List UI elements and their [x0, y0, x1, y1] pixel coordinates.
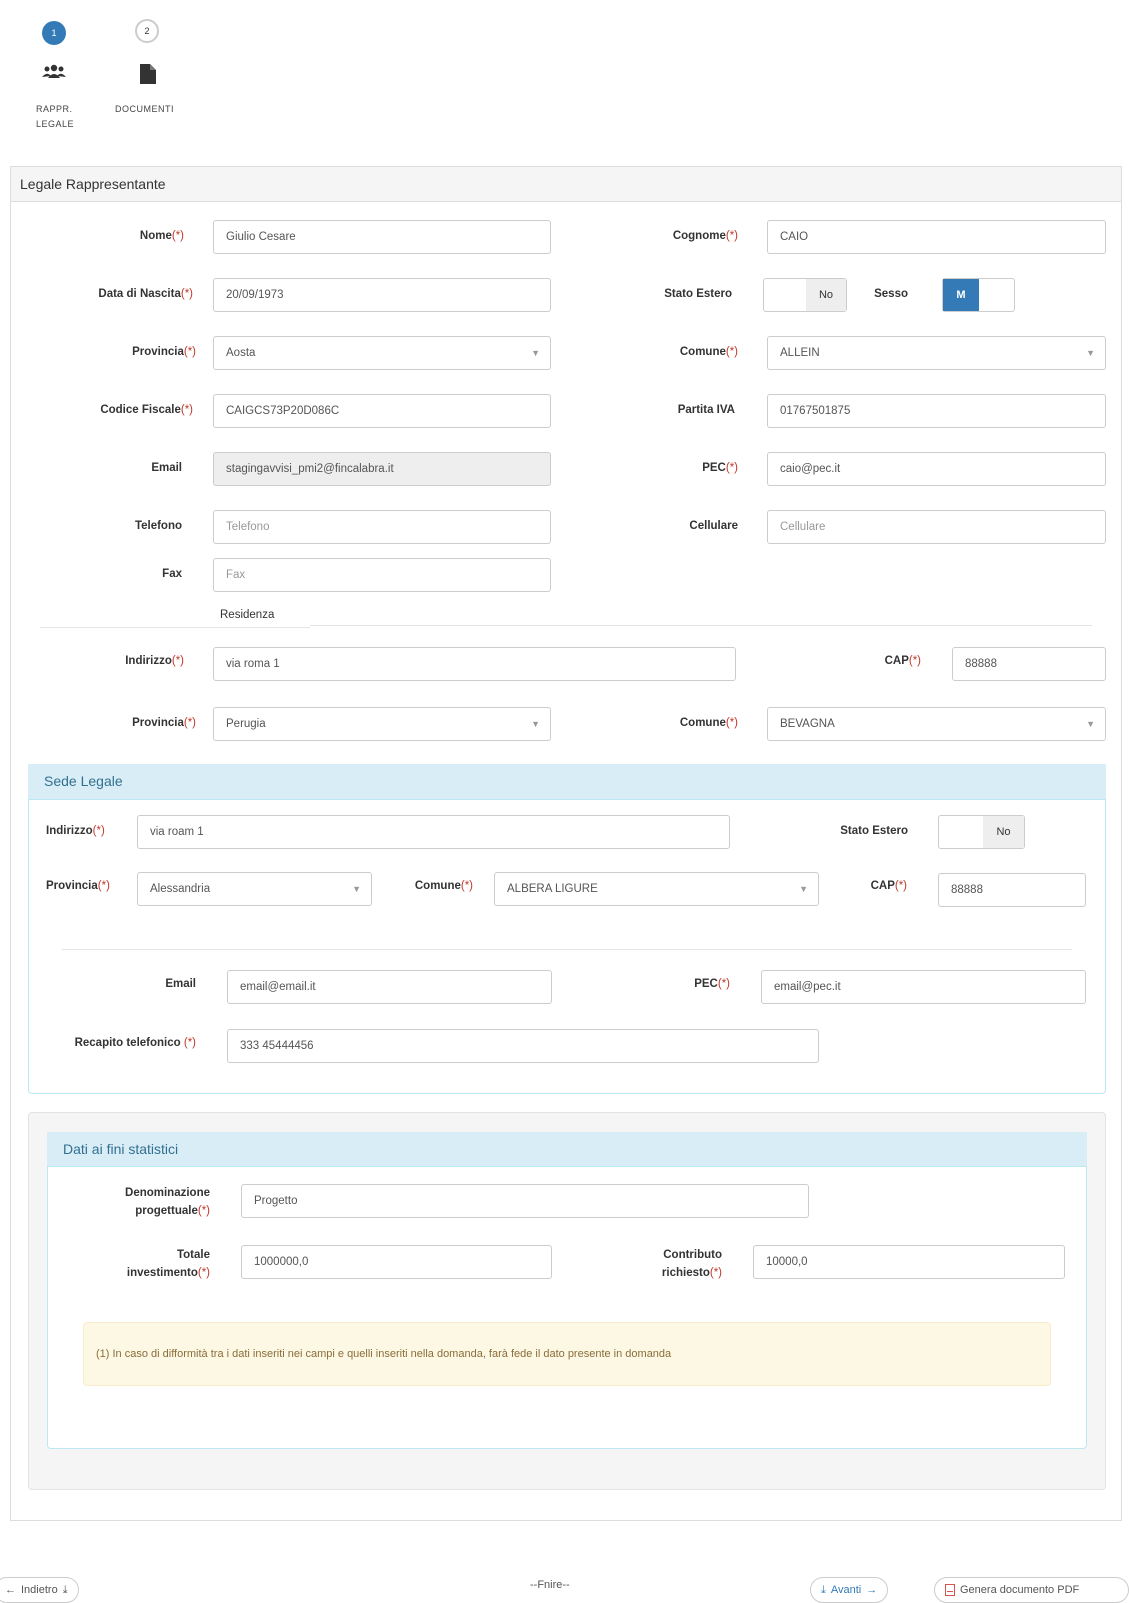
stato-estero-toggle[interactable]: No	[763, 278, 847, 312]
email-input[interactable]: stagingavvisi_pmi2@fincalabra.it	[213, 452, 551, 486]
arrow-right-icon: →	[866, 1584, 878, 1596]
partita-iva-label: Partita IVA	[677, 404, 735, 416]
indirizzo-label: Indirizzo(*)	[125, 655, 184, 667]
sede-legale-header	[28, 764, 1106, 800]
stato-estero-value: No	[806, 279, 846, 311]
sede-comune-label: Comune(*)	[414, 880, 473, 892]
footer-center-text: --Fnire--	[530, 1579, 570, 1591]
cognome-input[interactable]: CAIO	[767, 220, 1106, 254]
comune-select[interactable]: ALLEIN ▼	[767, 336, 1106, 370]
sede-stato-estero-toggle[interactable]: No	[938, 815, 1025, 849]
sede-recapito-input[interactable]: 333 45444456	[227, 1029, 819, 1063]
res-comune-label: Comune(*)	[679, 717, 738, 729]
nome-input[interactable]: Giulio Cesare	[213, 220, 551, 254]
chevron-down-icon: ▼	[1086, 719, 1095, 729]
chevron-down-icon: ▼	[1086, 348, 1095, 358]
sede-indirizzo-label: Indirizzo(*)	[46, 825, 105, 837]
nome-label: Nome(*)	[139, 230, 184, 242]
residenza-divider-right	[310, 625, 1092, 626]
step-2-indicator[interactable]: 2	[135, 19, 159, 43]
sede-pec-input[interactable]: email@pec.it	[761, 970, 1086, 1004]
sede-email-input[interactable]: email@email.it	[227, 970, 552, 1004]
fax-label: Fax	[162, 568, 182, 580]
totale-label: Totale investimento(*)	[126, 1249, 210, 1279]
document-icon	[140, 64, 156, 84]
residenza-divider-left	[40, 627, 310, 628]
pec-input[interactable]: caio@pec.it	[767, 452, 1106, 486]
sesso-label: Sesso	[874, 288, 908, 300]
sede-recapito-label: Recapito telefonico (*)	[74, 1037, 196, 1049]
step-2-label: DOCUMENTI	[115, 104, 174, 114]
denominazione-input[interactable]: Progetto	[241, 1184, 809, 1218]
chevron-down-icon: ▼	[352, 884, 361, 894]
pdf-file-icon	[945, 1584, 955, 1596]
cap-label: CAP(*)	[884, 655, 921, 667]
sede-indirizzo-input[interactable]: via roam 1	[137, 815, 730, 849]
download-icon: ⤓	[62, 1583, 68, 1596]
stato-estero-label: Stato Estero	[664, 288, 732, 300]
sesso-toggle[interactable]: M	[942, 278, 1015, 312]
sede-stato-estero-label: Stato Estero	[840, 825, 908, 837]
statistici-note: (1) In caso di difformità tra i dati ins…	[83, 1322, 1051, 1386]
denominazione-label: Denominazione progettuale(*)	[125, 1187, 210, 1217]
sede-cap-label: CAP(*)	[870, 880, 907, 892]
provincia-select[interactable]: Aosta ▼	[213, 336, 551, 370]
statistici-title: Dati ai fini statistici	[63, 1141, 179, 1157]
sede-divider	[62, 949, 1072, 950]
contributo-input[interactable]: 10000,0	[753, 1245, 1065, 1279]
sede-cap-input[interactable]: 88888	[938, 873, 1086, 907]
step-1-indicator[interactable]: 1	[42, 21, 66, 45]
indirizzo-input[interactable]: via roma 1	[213, 647, 736, 681]
back-button[interactable]: ← Indietro ⤓	[0, 1577, 79, 1603]
cellulare-input[interactable]: Cellulare	[767, 510, 1106, 544]
telefono-label: Telefono	[134, 520, 182, 532]
chevron-down-icon: ▼	[531, 348, 540, 358]
cap-input[interactable]: 88888	[952, 647, 1106, 681]
sede-pec-label: PEC(*)	[694, 978, 730, 990]
totale-input[interactable]: 1000000,0	[241, 1245, 552, 1279]
next-button[interactable]: ⤓ Avanti →	[810, 1577, 889, 1603]
pec-label: PEC(*)	[702, 462, 738, 474]
arrow-left-icon: ←	[5, 1584, 16, 1596]
codice-fiscale-input[interactable]: CAIGCS73P20D086C	[213, 394, 551, 428]
telefono-input[interactable]: Telefono	[213, 510, 551, 544]
sede-provincia-label: Provincia(*)	[46, 880, 110, 892]
res-provincia-label: Provincia(*)	[132, 717, 196, 729]
step-1-label: RAPPR. LEGALE	[36, 104, 75, 129]
chevron-down-icon: ▼	[799, 884, 808, 894]
data-nascita-label: Data di Nascita(*)	[98, 288, 193, 300]
statistici-panel	[47, 1132, 1087, 1449]
chevron-down-icon: ▼	[531, 719, 540, 729]
res-provincia-select[interactable]: Perugia ▼	[213, 707, 551, 741]
codice-fiscale-label: Codice Fiscale(*)	[100, 404, 193, 416]
sesso-value: M	[943, 279, 979, 311]
residenza-heading: Residenza	[220, 609, 275, 621]
email-label: Email	[151, 462, 182, 474]
comune-label: Comune(*)	[679, 346, 738, 358]
provincia-label: Provincia(*)	[132, 346, 196, 358]
contributo-label: Contributo richiesto(*)	[661, 1249, 722, 1279]
statistici-header	[47, 1132, 1087, 1167]
sede-email-label: Email	[165, 978, 196, 990]
cognome-label: Cognome(*)	[672, 230, 738, 242]
users-icon	[42, 64, 66, 78]
download-icon: ⤓	[821, 1583, 826, 1596]
legale-panel-header	[10, 166, 1122, 202]
sede-comune-select[interactable]: ALBERA LIGURE ▼	[494, 872, 819, 906]
data-nascita-input[interactable]: 20/09/1973	[213, 278, 551, 312]
fax-input[interactable]: Fax	[213, 558, 551, 592]
sede-legale-title: Sede Legale	[44, 773, 123, 789]
sede-stato-estero-value: No	[983, 816, 1024, 848]
sede-provincia-select[interactable]: Alessandria ▼	[137, 872, 372, 906]
res-comune-select[interactable]: BEVAGNA ▼	[767, 707, 1106, 741]
cellulare-label: Cellulare	[689, 520, 738, 532]
generate-pdf-button[interactable]: Genera documento PDF	[934, 1577, 1129, 1603]
legale-panel-title: Legale Rappresentante	[20, 176, 166, 192]
partita-iva-input[interactable]: 01767501875	[767, 394, 1106, 428]
